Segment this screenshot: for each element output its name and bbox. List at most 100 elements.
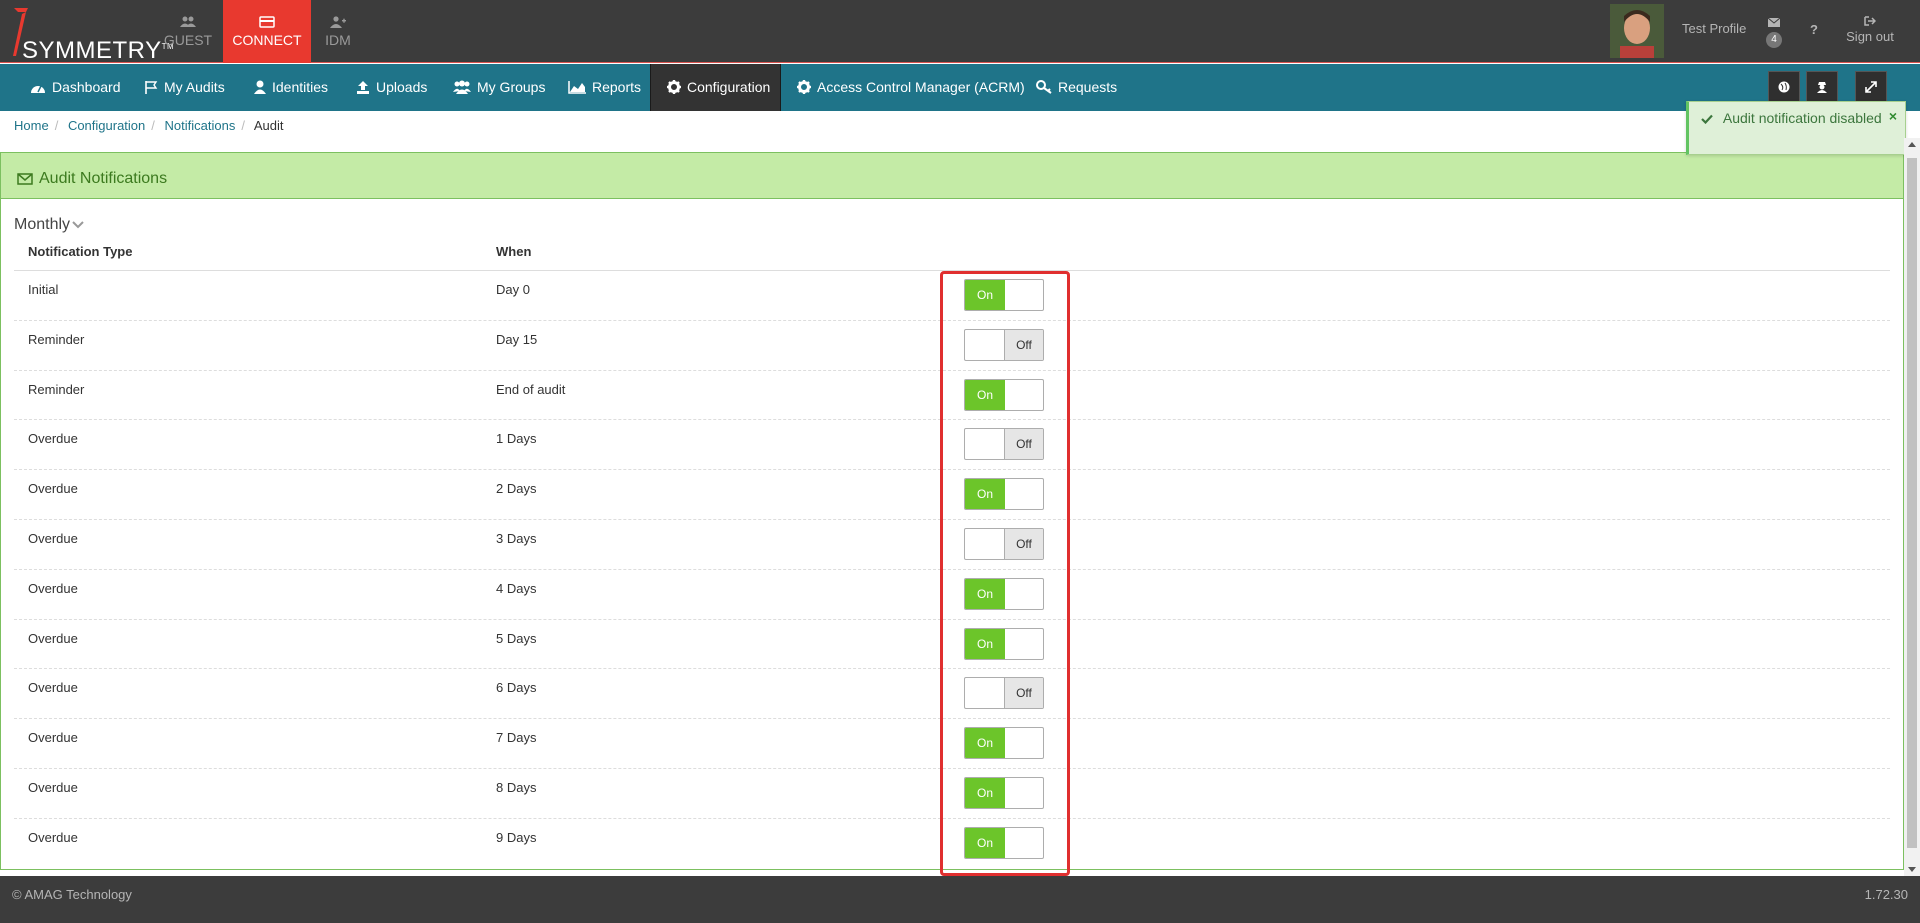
table-row: Overdue 9 Days On <box>14 817 1890 868</box>
app-tab-label: IDM <box>325 32 351 48</box>
app-tab-idm[interactable]: IDM <box>294 0 382 63</box>
cell-when: Day 15 <box>496 331 538 347</box>
notification-toggle[interactable]: On <box>964 776 1044 809</box>
nav-requests[interactable]: Requests <box>1036 64 1117 111</box>
nav-label: Uploads <box>376 79 428 95</box>
nav-identities[interactable]: Identities <box>254 64 328 111</box>
toggle-off-label: Off <box>1004 429 1043 460</box>
table-row: Initial Day 0 On <box>14 270 1890 320</box>
period-dropdown[interactable]: Monthly <box>14 216 84 234</box>
top-bar: SYMMETRYTM GUEST CONNECT IDM Test Profil… <box>0 0 1920 64</box>
globe-button[interactable] <box>1768 71 1800 103</box>
chevron-down-icon <box>72 221 84 229</box>
cell-type: Overdue <box>28 431 78 447</box>
nav-configuration[interactable]: Configuration <box>650 64 781 111</box>
cell-type: Overdue <box>28 680 78 696</box>
notification-toggle[interactable]: On <box>964 478 1044 511</box>
envelope-icon <box>17 173 33 185</box>
nav-uploads[interactable]: Uploads <box>356 64 427 111</box>
key-icon <box>1036 80 1052 94</box>
symmetry-logo[interactable]: SYMMETRYTM <box>8 6 174 64</box>
toast-message: Audit notification disabled <box>1722 110 1882 126</box>
cell-when: End of audit <box>496 381 566 397</box>
toggle-off-label: Off <box>1004 528 1043 559</box>
notification-toggle[interactable]: On <box>964 279 1044 311</box>
group-icon <box>453 80 471 94</box>
cell-type: Overdue <box>28 730 78 746</box>
cell-when: 9 Days <box>496 829 537 845</box>
notification-toggle[interactable]: Off <box>964 527 1044 560</box>
breadcrumb-home[interactable]: Home <box>14 118 49 133</box>
breadcrumb: Home / Configuration / Notifications / Audi… <box>14 118 284 133</box>
page-scrollbar[interactable] <box>1904 138 1920 876</box>
copyright: © AMAG Technology <box>12 887 132 902</box>
cell-type: Overdue <box>28 829 78 845</box>
card-icon <box>259 16 275 28</box>
nav-label: My Audits <box>164 79 225 95</box>
cell-when: Day 0 <box>496 282 530 297</box>
cell-type: Reminder <box>28 381 85 397</box>
app-tab-label: GUEST <box>163 32 213 48</box>
cell-when: 1 Days <box>496 431 537 447</box>
cell-when: 4 Days <box>496 580 537 596</box>
user-icon <box>254 80 266 94</box>
cell-type: Reminder <box>28 331 85 347</box>
nav-label: My Groups <box>477 79 546 95</box>
toggle-on-label: On <box>965 479 1005 510</box>
version: 1.72.30 <box>1864 887 1908 902</box>
app-tab-label: CONNECT <box>232 32 302 48</box>
signout-label: Sign out <box>1846 29 1894 44</box>
toggle-off-label: Off <box>1004 329 1043 360</box>
fullscreen-button[interactable] <box>1855 71 1887 103</box>
flag-icon <box>145 81 158 94</box>
notification-toggle[interactable]: On <box>964 577 1044 610</box>
scroll-up-arrow-icon[interactable] <box>1908 142 1916 147</box>
column-header-when: When <box>496 244 532 259</box>
user-plus-icon <box>330 16 346 28</box>
scrollbar-thumb[interactable] <box>1907 158 1917 848</box>
notification-toggle[interactable]: On <box>964 727 1044 760</box>
nav-reports[interactable]: Reports <box>568 64 641 111</box>
main-nav: Dashboard My Audits Identities Uploads M… <box>0 64 1920 111</box>
notification-toggle[interactable]: Off <box>964 677 1044 710</box>
notification-toggle[interactable]: Off <box>964 328 1044 361</box>
envelope-icon <box>1767 17 1781 27</box>
expand-icon <box>1865 81 1877 93</box>
help-button[interactable]: ? <box>1810 22 1818 37</box>
nav-label: Requests <box>1058 79 1118 95</box>
table-row: Overdue 3 Days Off <box>14 518 1890 569</box>
globe-icon <box>1778 81 1790 93</box>
notification-toggle[interactable]: On <box>964 627 1044 660</box>
nav-my-groups[interactable]: My Groups <box>453 64 545 111</box>
app-tab-guest[interactable]: GUEST <box>144 0 232 63</box>
signout-icon <box>1864 16 1877 26</box>
profile-link[interactable]: Test Profile <box>1682 21 1746 36</box>
gear-icon <box>667 80 681 94</box>
avatar[interactable] <box>1610 4 1664 58</box>
nav-dashboard[interactable]: Dashboard <box>30 64 121 111</box>
table-row: Overdue 2 Days On <box>14 469 1890 519</box>
period-label: Monthly <box>14 216 71 233</box>
nav-label: Identities <box>272 79 329 95</box>
breadcrumb-separator: / <box>151 118 155 133</box>
user-secret-button[interactable] <box>1806 71 1838 103</box>
nav-label: Dashboard <box>52 79 121 95</box>
toggle-on-label: On <box>965 728 1005 759</box>
cell-when: 5 Days <box>496 630 537 646</box>
toggle-on-label: On <box>965 777 1005 808</box>
breadcrumb-separator: / <box>241 118 245 133</box>
breadcrumb-notifications[interactable]: Notifications <box>165 118 236 133</box>
avatar-image <box>1610 4 1664 58</box>
breadcrumb-configuration[interactable]: Configuration <box>68 118 145 133</box>
nav-my-audits[interactable]: My Audits <box>144 64 225 111</box>
messages-button[interactable]: 4 <box>1764 15 1784 48</box>
notification-toggle[interactable]: On <box>964 378 1044 411</box>
signout-button[interactable]: Sign out <box>1846 14 1894 44</box>
notification-toggle[interactable]: Off <box>964 428 1044 461</box>
nav-acrm[interactable]: Access Control Manager (ACRM) <box>797 64 1025 111</box>
scroll-down-arrow-icon[interactable] <box>1908 867 1916 872</box>
table-row: Overdue 4 Days On <box>14 568 1890 619</box>
notification-toggle[interactable]: On <box>964 826 1044 859</box>
toggle-on-label: On <box>965 280 1005 310</box>
toast-close-button[interactable]: × <box>1889 106 1897 126</box>
